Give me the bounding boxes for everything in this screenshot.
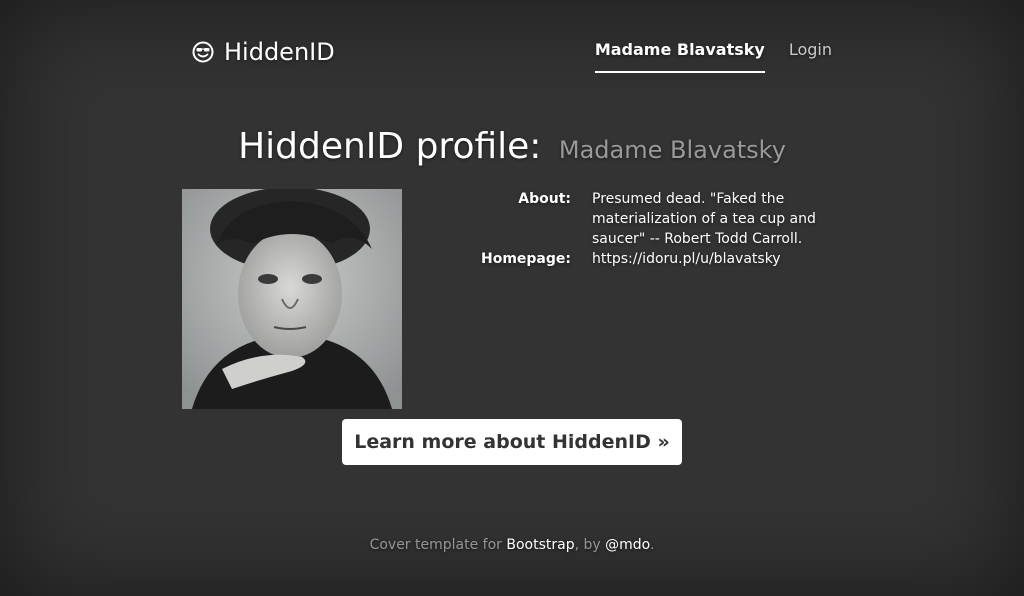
profile-details: About: Presumed dead. "Faked the materia… xyxy=(440,189,820,269)
footer: Cover template for Bootstrap, by @mdo. xyxy=(0,537,1024,553)
footer-link-bootstrap[interactable]: Bootstrap xyxy=(506,537,574,553)
about-value: Presumed dead. "Faked the materializatio… xyxy=(592,191,816,247)
about-row: About: Presumed dead. "Faked the materia… xyxy=(440,189,820,249)
nav-item-profile[interactable]: Madame Blavatsky xyxy=(594,40,765,73)
footer-suffix: . xyxy=(649,537,655,553)
page-title-username: Madame Blavatsky xyxy=(558,136,786,164)
page-title: HiddenID profile: Madame Blavatsky xyxy=(0,126,1024,167)
masthead: HiddenID Madame Blavatsky Login xyxy=(192,36,832,76)
brand-link[interactable]: HiddenID xyxy=(192,38,335,66)
footer-middle: , by xyxy=(574,537,606,553)
homepage-value[interactable]: https://idoru.pl/u/blavatsky xyxy=(592,249,820,269)
footer-prefix: Cover template for xyxy=(369,537,507,553)
about-label: About: xyxy=(518,191,571,207)
homepage-row: Homepage: https://idoru.pl/u/blavatsky xyxy=(440,249,820,269)
page-title-heading: HiddenID profile: xyxy=(238,126,542,167)
learn-more-button[interactable]: Learn more about HiddenID » xyxy=(342,419,682,465)
homepage-label: Homepage: xyxy=(480,251,571,267)
nav-item-login[interactable]: Login xyxy=(789,40,832,73)
top-nav: Madame Blavatsky Login xyxy=(594,40,832,73)
profile-photo xyxy=(182,189,402,409)
smiley-sunglasses-icon xyxy=(192,41,214,63)
footer-link-mdo[interactable]: @mdo xyxy=(605,537,650,553)
brand-name: HiddenID xyxy=(224,38,335,66)
